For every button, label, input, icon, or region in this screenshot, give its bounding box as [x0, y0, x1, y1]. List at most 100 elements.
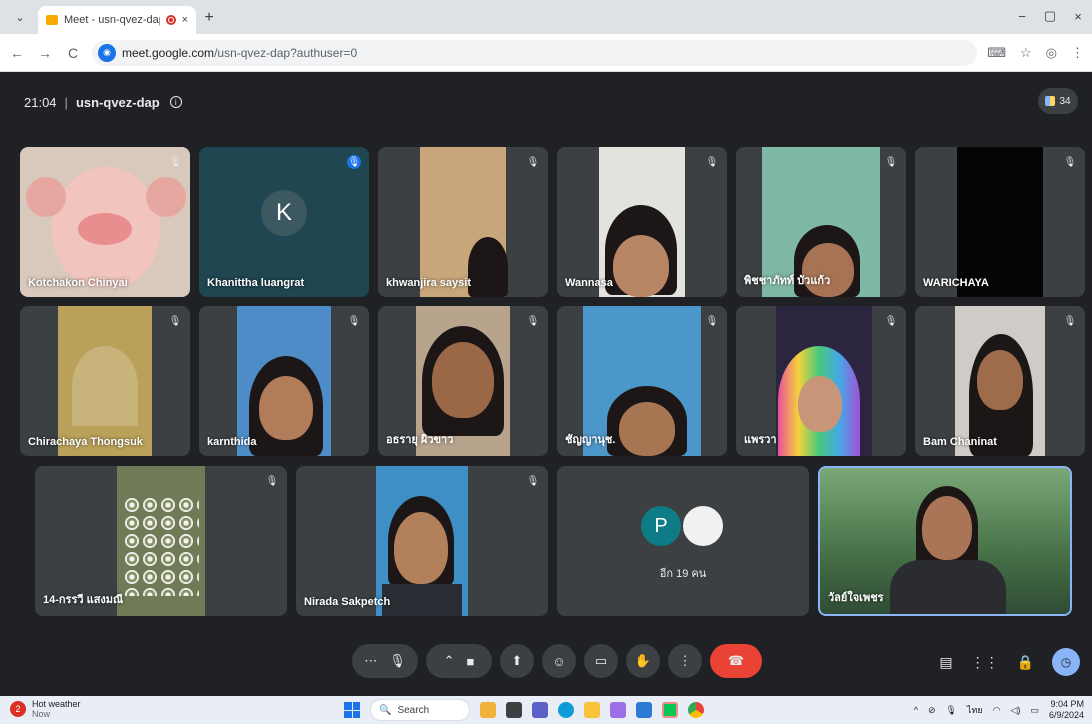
- meeting-code: usn-qvez-dap: [75, 94, 160, 110]
- battery-icon[interactable]: ▭: [1030, 705, 1039, 716]
- more-options-button[interactable]: ⋮: [668, 644, 702, 678]
- participant-tile[interactable]: 🎙 Chirachaya Thongsuk: [20, 306, 190, 456]
- camera-icon: ■: [466, 653, 475, 669]
- self-tile[interactable]: วัลย์ใจเพชร: [818, 466, 1072, 616]
- hang-up-icon: ☎: [727, 653, 745, 668]
- camera-button[interactable]: ⌃ ■: [426, 644, 492, 678]
- chat-icon[interactable]: ▤: [939, 654, 952, 671]
- participant-name: ชัญญานุช.: [565, 434, 616, 446]
- chevron-up-icon[interactable]: ^: [914, 705, 918, 715]
- line-icon[interactable]: [662, 702, 678, 718]
- mic-tray-icon[interactable]: 🎙: [945, 705, 956, 716]
- weather-sub: Now: [32, 709, 51, 719]
- others-tile[interactable]: P อีก 19 คน: [557, 466, 809, 616]
- participant-tile[interactable]: 🎙 พิชชาภัทท์ บัวแก้ว: [736, 147, 906, 297]
- participant-tile[interactable]: 🎙 khwanjira saysit: [378, 147, 548, 297]
- browser-tab-bar: ⌄ Meet - usn-qvez-dap × + − ▢ ×: [0, 0, 1092, 34]
- wifi-icon[interactable]: ◠: [993, 705, 1001, 716]
- back-button[interactable]: ←: [8, 45, 26, 61]
- mic-button[interactable]: ⋯ 🎙: [352, 644, 418, 678]
- participant-name: karnthida: [207, 436, 257, 448]
- volume-icon[interactable]: ◁): [1011, 705, 1021, 716]
- participant-tile[interactable]: 🎙 Wannasa: [557, 147, 727, 297]
- widget-app-icon[interactable]: [480, 702, 496, 718]
- teams-icon[interactable]: [532, 702, 548, 718]
- restore-button[interactable]: ▢: [1036, 0, 1064, 32]
- captions-button[interactable]: ▭: [584, 644, 618, 678]
- participants-button[interactable]: 34: [1038, 88, 1078, 114]
- more-audio-icon[interactable]: ⋯: [364, 653, 377, 669]
- mic-muted-icon: 🎙: [168, 315, 182, 327]
- windows-start-icon[interactable]: [344, 702, 360, 718]
- url-bar[interactable]: ◉ meet.google.com/usn-qvez-dap?authuser=…: [92, 39, 978, 66]
- reload-button[interactable]: C: [64, 45, 82, 61]
- forward-button[interactable]: →: [36, 45, 54, 61]
- participant-tile[interactable]: 🎙 Bam Chaninat: [915, 306, 1085, 456]
- timer-icon[interactable]: ◷: [1052, 648, 1080, 676]
- weather-alert-icon: 2: [10, 701, 26, 717]
- site-info-icon[interactable]: ◉: [98, 43, 116, 62]
- edge-icon[interactable]: [558, 702, 574, 718]
- url-path: /usn-qvez-dap?authuser=0: [214, 45, 358, 60]
- reactions-button[interactable]: ☺: [542, 644, 576, 678]
- activities-icon[interactable]: ⋮⋮: [971, 654, 999, 671]
- file-explorer-icon[interactable]: [584, 702, 600, 718]
- taskbar-apps: 🔍 Search: [344, 699, 704, 721]
- participant-name: วัลย์ใจเพชร: [828, 592, 884, 604]
- new-tab-button[interactable]: +: [196, 5, 222, 31]
- window-controls: − ▢ ×: [1008, 0, 1092, 32]
- mic-muted-icon: 🎙: [705, 315, 719, 327]
- hand-icon: ✋: [634, 653, 652, 668]
- participant-tile[interactable]: 🎙 Kotchakon Chinyai: [20, 147, 190, 297]
- present-icon: ⬆: [511, 653, 523, 668]
- weather-widget[interactable]: 2 Hot weather Now: [10, 699, 81, 719]
- captions-icon: ▭: [594, 653, 608, 668]
- taskbar-search[interactable]: 🔍 Search: [370, 699, 470, 721]
- participant-name: อธรายุ ผิวขาว: [386, 434, 454, 446]
- profile-icon[interactable]: ◎: [1046, 45, 1057, 61]
- call-controls: ⋯ 🎙 ⌃ ■ ⬆ ☺ ▭ ✋ ⋮ ☎: [352, 644, 762, 678]
- meeting-info-icon[interactable]: i: [169, 96, 182, 108]
- browser-menu-icon[interactable]: ⋮: [1071, 45, 1084, 61]
- clock-date[interactable]: 6/9/2024: [1049, 710, 1084, 720]
- recording-indicator-icon: [165, 15, 176, 25]
- people-icon: [1045, 96, 1056, 106]
- bookmark-star-icon[interactable]: ☆: [1020, 45, 1032, 61]
- leave-call-button[interactable]: ☎: [710, 644, 762, 678]
- participant-tile[interactable]: 🎙 ชัญญานุช.: [557, 306, 727, 456]
- task-view-icon[interactable]: [506, 702, 522, 718]
- no-notify-icon[interactable]: ⊘: [928, 705, 936, 716]
- participant-name: Bam Chaninat: [923, 436, 997, 448]
- tab-close-button[interactable]: ×: [182, 14, 188, 26]
- mic-muted-icon: 🎙: [168, 156, 182, 168]
- minimize-button[interactable]: −: [1008, 0, 1036, 32]
- header-divider: |: [64, 94, 68, 110]
- tab-search-icon[interactable]: ⌄: [6, 4, 34, 30]
- weather-title: Hot weather: [32, 699, 81, 709]
- present-button[interactable]: ⬆: [500, 644, 534, 678]
- meeting-time: 21:04: [24, 94, 57, 110]
- url-host: meet.google.com: [122, 45, 215, 60]
- chrome-icon[interactable]: [688, 702, 704, 718]
- system-tray: ^ ⊘ 🎙 ไทย ◠ ◁) ▭ 9:04 PM 6/9/2024: [914, 699, 1084, 721]
- browser-tab[interactable]: Meet - usn-qvez-dap ×: [38, 6, 196, 34]
- participant-tile[interactable]: 🎙 Nirada Sakpetch: [296, 466, 548, 616]
- clock-time[interactable]: 9:04 PM: [1050, 699, 1084, 709]
- participant-tile[interactable]: 🎙 WARICHAYA: [915, 147, 1085, 297]
- copilot-icon[interactable]: [610, 702, 626, 718]
- close-window-button[interactable]: ×: [1064, 0, 1092, 32]
- participant-tile[interactable]: K 🎙 Khanittha luangrat: [199, 147, 369, 297]
- participant-tile[interactable]: 🎙 karnthida: [199, 306, 369, 456]
- participant-tile[interactable]: 🎙 อธรายุ ผิวขาว: [378, 306, 548, 456]
- chevron-up-icon[interactable]: ⌃: [444, 653, 455, 669]
- translate-icon[interactable]: ⌨: [987, 45, 1006, 61]
- participant-tile[interactable]: 🎙 แพรวา: [736, 306, 906, 456]
- input-language[interactable]: ไทย: [967, 703, 983, 717]
- search-label: Search: [397, 704, 430, 716]
- mic-muted-icon: 🎙: [526, 475, 540, 487]
- store-icon[interactable]: [636, 702, 652, 718]
- host-controls-icon[interactable]: 🔒: [1017, 654, 1034, 671]
- raise-hand-button[interactable]: ✋: [626, 644, 660, 678]
- participant-tile[interactable]: 🎙 14-กรรวี แสงมณี: [35, 466, 287, 616]
- participant-name: khwanjira saysit: [386, 277, 471, 289]
